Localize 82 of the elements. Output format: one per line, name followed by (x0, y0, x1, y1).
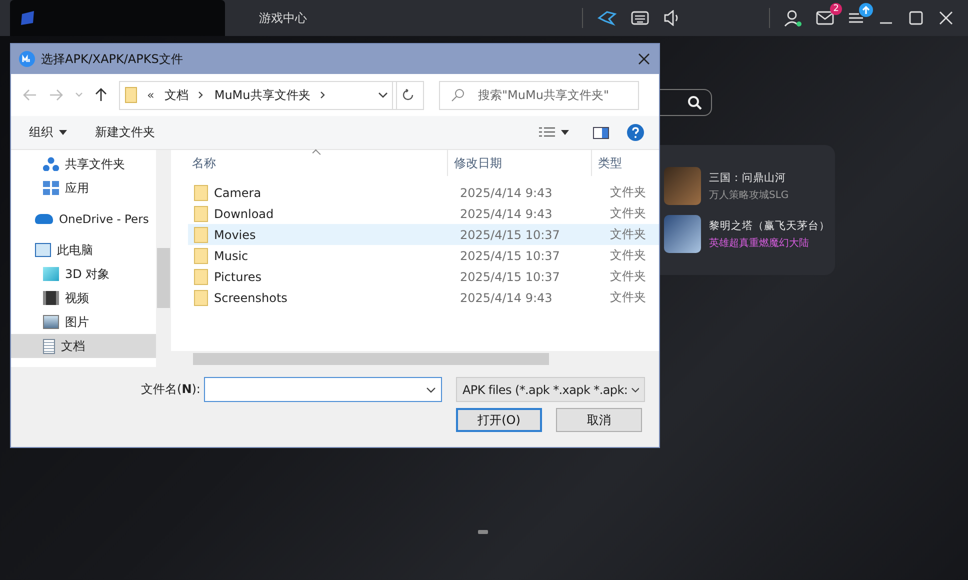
preview-pane-icon[interactable] (593, 126, 609, 138)
chevron-right-icon[interactable] (198, 91, 204, 99)
refresh-button[interactable] (392, 80, 424, 110)
upload-icon (859, 3, 873, 17)
cloud-icon (35, 214, 53, 224)
filename-field[interactable] (204, 377, 442, 402)
breadcrumb-overflow[interactable]: « (147, 88, 154, 102)
nav-item[interactable]: 共享文件夹 (11, 152, 156, 176)
scrollbar[interactable] (171, 351, 659, 367)
page-indicator (478, 530, 488, 534)
folder-icon (125, 87, 137, 103)
address-bar[interactable]: « 文档 MuMu共享文件夹 (119, 80, 397, 110)
notification-badge: 2 (830, 3, 842, 15)
up-arrow-icon[interactable] (95, 88, 107, 102)
close-icon[interactable] (637, 52, 651, 66)
column-header[interactable]: 修改日期 (447, 150, 591, 176)
maximize-icon[interactable] (908, 10, 924, 26)
chevron-down-icon (630, 386, 640, 392)
doc-icon (43, 338, 55, 354)
game-item[interactable]: 三国：问鼎山河 万人策略攻城SLG (664, 167, 835, 205)
chevron-right-icon[interactable] (320, 91, 326, 99)
dialog-title: 选择APK/XAPK/APKS文件 (41, 50, 183, 68)
game-item[interactable]: 黎明之塔（赢飞天茅台） 英雄超真重燃魔幻大陆 (664, 215, 835, 253)
file-row[interactable]: Camera 2025/4/14 9:43 文件夹 (188, 182, 659, 203)
video-icon (43, 291, 59, 305)
caret-icon[interactable] (59, 130, 67, 135)
game-title: 三国：问鼎山河 (709, 170, 787, 184)
dialog-button[interactable]: 打开(O) (456, 408, 542, 432)
menu-icon[interactable] (848, 11, 864, 25)
picture-icon (43, 315, 59, 329)
game-center-tab[interactable]: 游戏中心 (259, 10, 307, 26)
scrollbar[interactable] (156, 150, 171, 367)
file-row[interactable]: Download 2025/4/14 9:43 文件夹 (188, 203, 659, 224)
organize-menu[interactable]: 组织 (29, 124, 53, 141)
folder-icon (194, 206, 208, 222)
game-title: 黎明之塔（赢飞天茅台） (709, 218, 830, 232)
nav-item[interactable]: 3D 对象 (11, 262, 156, 286)
column-header[interactable]: 类型 (591, 150, 659, 176)
filename-label: 文件名(N): (141, 381, 200, 398)
keyboard-icon[interactable] (631, 11, 649, 25)
nav-item[interactable]: 此电脑 (11, 238, 156, 262)
cube-icon (43, 267, 59, 281)
app-logo-icon (19, 51, 35, 67)
file-row[interactable]: Screenshots 2025/4/14 9:43 文件夹 (188, 287, 659, 308)
folder-icon (194, 290, 208, 306)
nav-item[interactable]: OneDrive - Pers (11, 207, 156, 231)
nav-item[interactable]: 视频 (11, 286, 156, 310)
search-icon (451, 88, 465, 102)
folder-icon (194, 268, 208, 284)
file-row[interactable]: Music 2025/4/15 10:37 文件夹 (188, 245, 659, 266)
refresh-icon (402, 89, 414, 101)
file-row[interactable]: Movies 2025/4/15 10:37 文件夹 (188, 224, 659, 245)
chevron-down-icon[interactable] (426, 387, 436, 393)
apps-icon (43, 181, 59, 195)
dialog-button[interactable]: 取消 (556, 408, 642, 432)
logo-icon (20, 10, 36, 26)
caret-icon[interactable] (561, 130, 569, 135)
search-icon (687, 94, 703, 110)
nav-item[interactable]: 应用 (11, 176, 156, 200)
game-subtitle: 英雄超真重燃魔幻大陆 (709, 236, 810, 250)
file-row[interactable]: Pictures 2025/4/15 10:37 文件夹 (188, 266, 659, 287)
user-icon[interactable] (784, 9, 802, 27)
help-icon[interactable] (627, 124, 644, 141)
nav-item[interactable]: 图片 (11, 310, 156, 334)
search-field[interactable]: 搜索"MuMu共享文件夹" (439, 80, 639, 110)
file-type-dropdown[interactable]: APK files (*.apk *.xapk *.apk: (456, 377, 646, 402)
folder-icon (194, 184, 208, 200)
breadcrumb-item[interactable]: 文档 (164, 86, 188, 104)
view-list-icon[interactable] (539, 126, 555, 138)
breadcrumb-item[interactable]: MuMu共享文件夹 (214, 86, 310, 104)
game-thumbnail (664, 215, 701, 253)
pc-icon (35, 243, 51, 257)
game-subtitle: 万人策略攻城SLG (709, 188, 789, 202)
bird-icon[interactable] (597, 10, 617, 26)
mail-icon[interactable] (816, 11, 834, 25)
column-header[interactable]: 名称 (171, 150, 447, 176)
chevron-down-icon[interactable] (378, 92, 388, 98)
game-thumbnail (664, 167, 701, 205)
folder-icon (194, 226, 208, 242)
nav-item[interactable]: 文档 (11, 334, 156, 358)
folder-icon (194, 248, 208, 264)
new-folder-button[interactable]: 新建文件夹 (95, 124, 155, 141)
